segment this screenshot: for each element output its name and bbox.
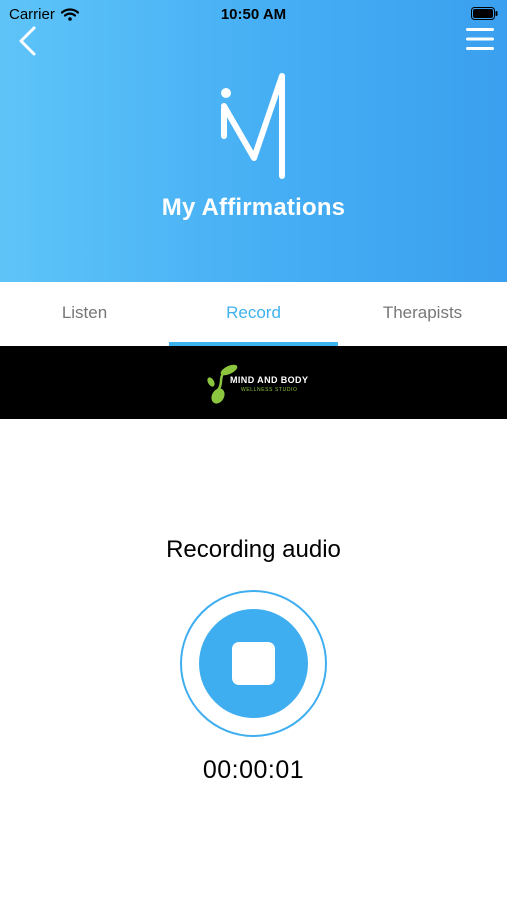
status-bar: Carrier 10:50 AM — [0, 0, 507, 28]
back-button[interactable] — [14, 24, 44, 58]
stop-icon — [232, 642, 275, 685]
sponsor-banner[interactable]: MIND AND BODY WELLNESS STUDIO — [0, 346, 507, 419]
recording-timer: 00:00:01 — [202, 756, 305, 784]
tab-listen[interactable]: Listen — [0, 282, 169, 346]
status-time: 10:50 AM — [220, 6, 287, 23]
stop-recording-button[interactable] — [180, 590, 327, 737]
recording-status: Recording audio — [166, 536, 341, 563]
record-button-inner[interactable] — [199, 609, 308, 718]
header: Carrier 10:50 AM My Affirmations — [0, 0, 507, 282]
battery-icon — [471, 7, 498, 20]
tab-record[interactable]: Record — [169, 282, 338, 346]
tab-therapists[interactable]: Therapists — [338, 282, 507, 346]
app-logo — [221, 73, 285, 179]
banner-brand-name: MIND AND BODY — [230, 375, 309, 385]
hamburger-menu-icon[interactable] — [465, 26, 495, 52]
tab-bar: Listen Record Therapists — [0, 282, 507, 346]
banner-brand-subtitle: WELLNESS STUDIO — [241, 387, 298, 393]
app-title: My Affirmations — [161, 194, 346, 221]
